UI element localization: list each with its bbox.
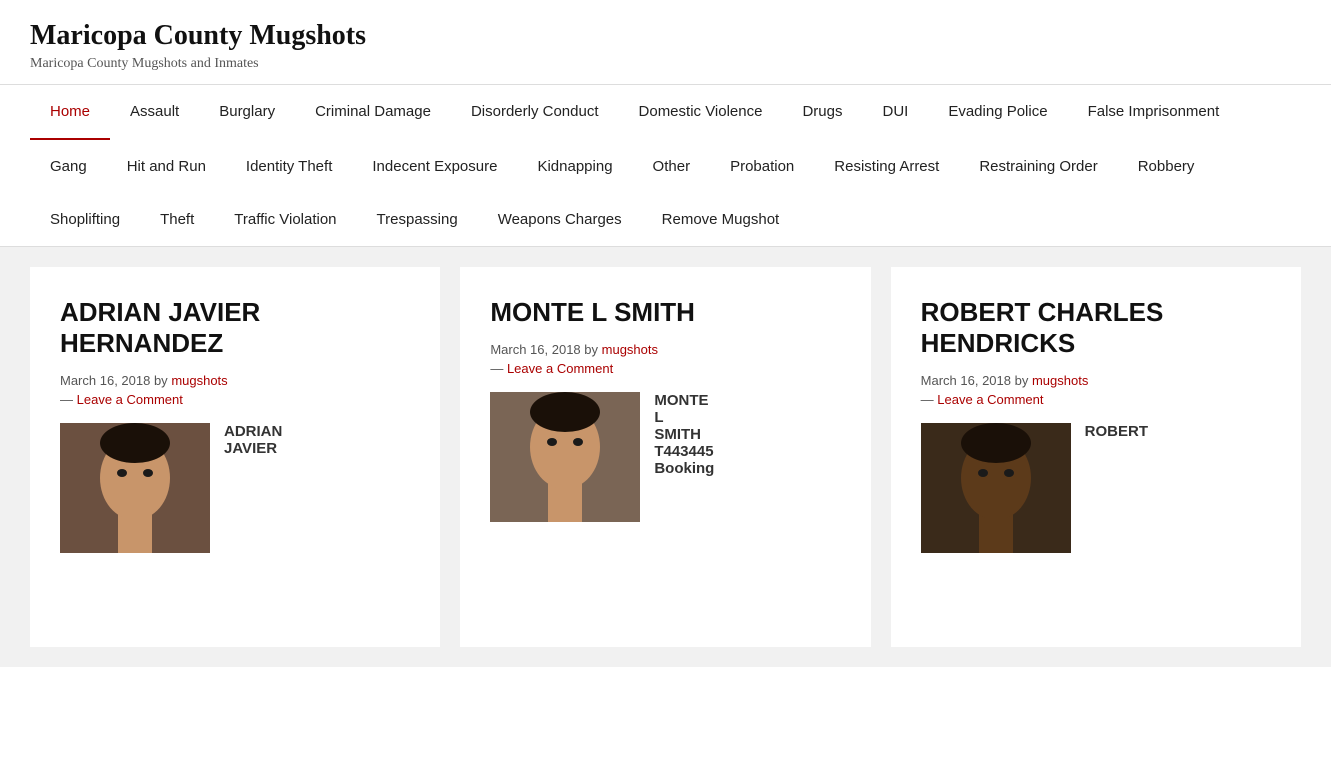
leave-comment-link[interactable]: Leave a Comment xyxy=(937,392,1043,407)
nav-item: Indecent Exposure xyxy=(352,140,517,193)
nav-item: Theft xyxy=(140,193,214,246)
nav-item: False Imprisonment xyxy=(1068,85,1240,140)
nav-link-criminal-damage[interactable]: Criminal Damage xyxy=(295,85,451,138)
nav-item: Domestic Violence xyxy=(619,85,783,140)
card-body-text: ROBERT xyxy=(1085,423,1148,440)
card-body: ROBERT xyxy=(921,423,1271,553)
nav-link-false-imprisonment[interactable]: False Imprisonment xyxy=(1068,85,1240,138)
card-body: MONTELSMITHT443445Booking xyxy=(490,392,840,522)
card-title: MONTE L SMITH xyxy=(490,297,840,328)
author-link[interactable]: mugshots xyxy=(171,373,227,388)
nav-link-assault[interactable]: Assault xyxy=(110,85,199,138)
nav-link-disorderly-conduct[interactable]: Disorderly Conduct xyxy=(451,85,619,138)
nav-item: Gang xyxy=(30,140,107,193)
comment-sep: — xyxy=(490,361,503,376)
site-header: Maricopa County Mugshots Maricopa County… xyxy=(0,0,1331,84)
nav-link-trespassing[interactable]: Trespassing xyxy=(357,193,478,246)
nav-link-kidnapping[interactable]: Kidnapping xyxy=(517,140,632,193)
nav-link-weapons-charges[interactable]: Weapons Charges xyxy=(478,193,642,246)
nav-link-dui[interactable]: DUI xyxy=(862,85,928,138)
nav-menu: HomeAssaultBurglaryCriminal DamageDisord… xyxy=(30,85,1301,246)
card-body: ADRIANJAVIER xyxy=(60,423,410,553)
nav-item: Robbery xyxy=(1118,140,1215,193)
nav-link-other[interactable]: Other xyxy=(633,140,711,193)
nav-item: Resisting Arrest xyxy=(814,140,959,193)
card-comment: — Leave a Comment xyxy=(490,361,840,376)
mugshot-card: MONTE L SMITH March 16, 2018 by mugshots —… xyxy=(460,267,870,647)
nav-link-resisting-arrest[interactable]: Resisting Arrest xyxy=(814,140,959,193)
leave-comment-link[interactable]: Leave a Comment xyxy=(507,361,613,376)
main-nav: HomeAssaultBurglaryCriminal DamageDisord… xyxy=(0,84,1331,247)
nav-item: Home xyxy=(30,85,110,140)
site-title: Maricopa County Mugshots xyxy=(30,20,1301,52)
nav-link-evading-police[interactable]: Evading Police xyxy=(928,85,1067,138)
content-area: ADRIAN JAVIER HERNANDEZ March 16, 2018 by… xyxy=(0,247,1331,667)
nav-link-hit-and-run[interactable]: Hit and Run xyxy=(107,140,226,193)
nav-link-traffic-violation[interactable]: Traffic Violation xyxy=(214,193,356,246)
nav-item: Evading Police xyxy=(928,85,1067,140)
card-date: March 16, 2018 xyxy=(921,373,1011,388)
nav-item: Traffic Violation xyxy=(214,193,356,246)
mugshot-image xyxy=(490,392,640,522)
card-comment: — Leave a Comment xyxy=(921,392,1271,407)
nav-link-drugs[interactable]: Drugs xyxy=(782,85,862,138)
nav-link-probation[interactable]: Probation xyxy=(710,140,814,193)
nav-link-theft[interactable]: Theft xyxy=(140,193,214,246)
mugshot-card: ADRIAN JAVIER HERNANDEZ March 16, 2018 by… xyxy=(30,267,440,647)
nav-item: Trespassing xyxy=(357,193,478,246)
card-body-text: MONTELSMITHT443445Booking xyxy=(654,392,714,477)
nav-link-indecent-exposure[interactable]: Indecent Exposure xyxy=(352,140,517,193)
card-meta: March 16, 2018 by mugshots xyxy=(60,373,410,388)
nav-item: Kidnapping xyxy=(517,140,632,193)
nav-item: Other xyxy=(633,140,711,193)
nav-link-restraining-order[interactable]: Restraining Order xyxy=(959,140,1117,193)
nav-link-robbery[interactable]: Robbery xyxy=(1118,140,1215,193)
mugshot-image xyxy=(60,423,210,553)
mugshot-image xyxy=(921,423,1071,553)
nav-item: Restraining Order xyxy=(959,140,1117,193)
card-title: ADRIAN JAVIER HERNANDEZ xyxy=(60,297,410,359)
nav-item: Remove Mugshot xyxy=(642,193,800,246)
card-body-text: ADRIANJAVIER xyxy=(224,423,282,457)
nav-item: Identity Theft xyxy=(226,140,352,193)
nav-link-gang[interactable]: Gang xyxy=(30,140,107,193)
author-link[interactable]: mugshots xyxy=(602,342,658,357)
nav-item: Burglary xyxy=(199,85,295,140)
nav-item: DUI xyxy=(862,85,928,140)
nav-item: Drugs xyxy=(782,85,862,140)
cards-grid: ADRIAN JAVIER HERNANDEZ March 16, 2018 by… xyxy=(30,267,1301,647)
leave-comment-link[interactable]: Leave a Comment xyxy=(77,392,183,407)
mugshot-card: ROBERT CHARLES HENDRICKS March 16, 2018 b… xyxy=(891,267,1301,647)
nav-item: Disorderly Conduct xyxy=(451,85,619,140)
nav-link-identity-theft[interactable]: Identity Theft xyxy=(226,140,352,193)
card-date: March 16, 2018 xyxy=(60,373,150,388)
card-title: ROBERT CHARLES HENDRICKS xyxy=(921,297,1271,359)
card-comment: — Leave a Comment xyxy=(60,392,410,407)
nav-link-home[interactable]: Home xyxy=(30,85,110,140)
nav-item: Criminal Damage xyxy=(295,85,451,140)
nav-item: Assault xyxy=(110,85,199,140)
site-subtitle: Maricopa County Mugshots and Inmates xyxy=(30,56,1301,72)
card-date: March 16, 2018 xyxy=(490,342,580,357)
nav-link-burglary[interactable]: Burglary xyxy=(199,85,295,138)
nav-item: Hit and Run xyxy=(107,140,226,193)
comment-sep: — xyxy=(60,392,73,407)
card-meta: March 16, 2018 by mugshots xyxy=(490,342,840,357)
comment-sep: — xyxy=(921,392,934,407)
nav-link-domestic-violence[interactable]: Domestic Violence xyxy=(619,85,783,138)
nav-link-shoplifting[interactable]: Shoplifting xyxy=(30,193,140,246)
nav-item: Weapons Charges xyxy=(478,193,642,246)
card-meta: March 16, 2018 by mugshots xyxy=(921,373,1271,388)
nav-item: Probation xyxy=(710,140,814,193)
nav-link-remove-mugshot[interactable]: Remove Mugshot xyxy=(642,193,800,246)
author-link[interactable]: mugshots xyxy=(1032,373,1088,388)
nav-item: Shoplifting xyxy=(30,193,140,246)
